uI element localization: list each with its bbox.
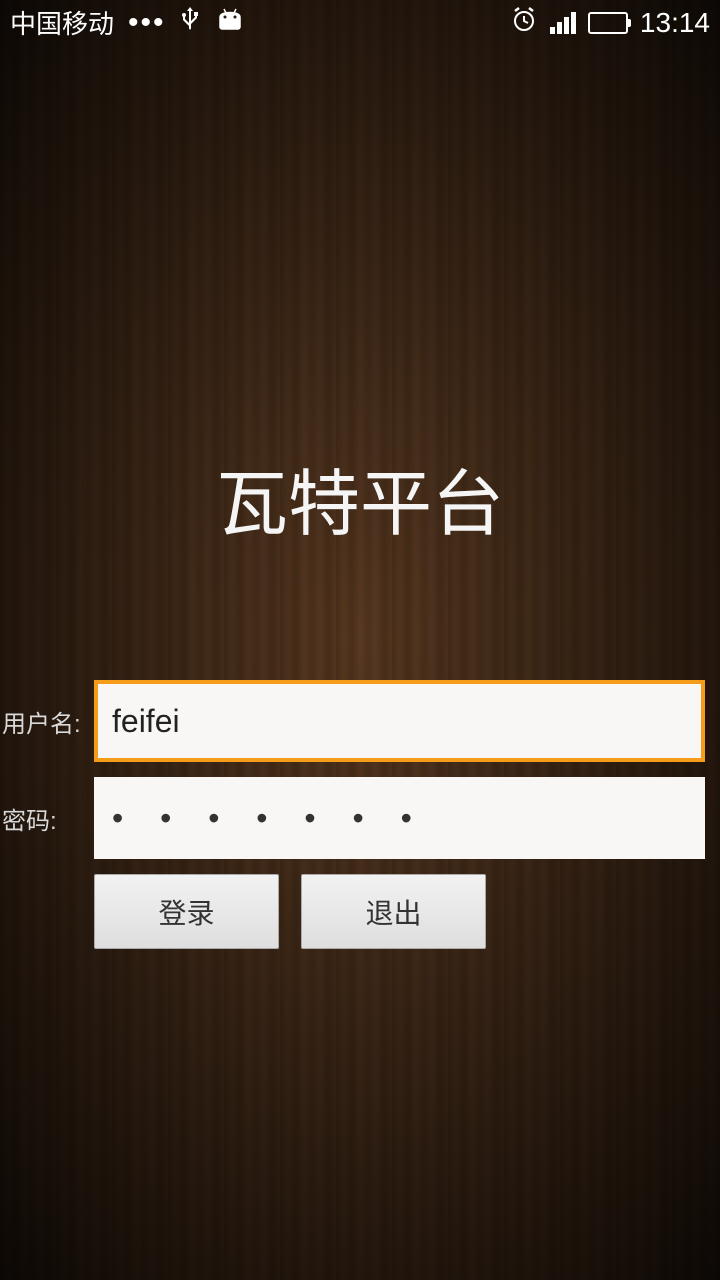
status-bar: 中国移动 ••• <box>0 0 720 45</box>
carrier-label: 中国移动 <box>10 4 114 41</box>
password-input[interactable]: • • • • • • • <box>94 777 705 859</box>
status-left: 中国移动 ••• <box>10 4 246 41</box>
password-row: 密码: • • • • • • • <box>0 777 720 859</box>
button-row: 登录 退出 <box>0 874 720 949</box>
android-icon <box>214 7 246 38</box>
password-label: 密码: <box>0 801 94 836</box>
usb-icon <box>180 5 200 40</box>
clock-time: 13:14 <box>640 7 710 39</box>
exit-button[interactable]: 退出 <box>301 874 486 949</box>
app-title: 瓦特平台 <box>0 445 720 550</box>
main-content: 瓦特平台 用户名: 密码: • • • • • • • 登录 退出 <box>0 45 720 949</box>
username-input[interactable] <box>94 680 705 762</box>
username-row: 用户名: <box>0 680 720 762</box>
status-right: 13:14 <box>510 5 710 40</box>
more-dots: ••• <box>128 6 166 40</box>
battery-icon <box>588 12 628 34</box>
alarm-icon <box>510 5 538 40</box>
signal-icon <box>550 12 576 34</box>
login-button[interactable]: 登录 <box>94 874 279 949</box>
username-label: 用户名: <box>0 704 94 739</box>
